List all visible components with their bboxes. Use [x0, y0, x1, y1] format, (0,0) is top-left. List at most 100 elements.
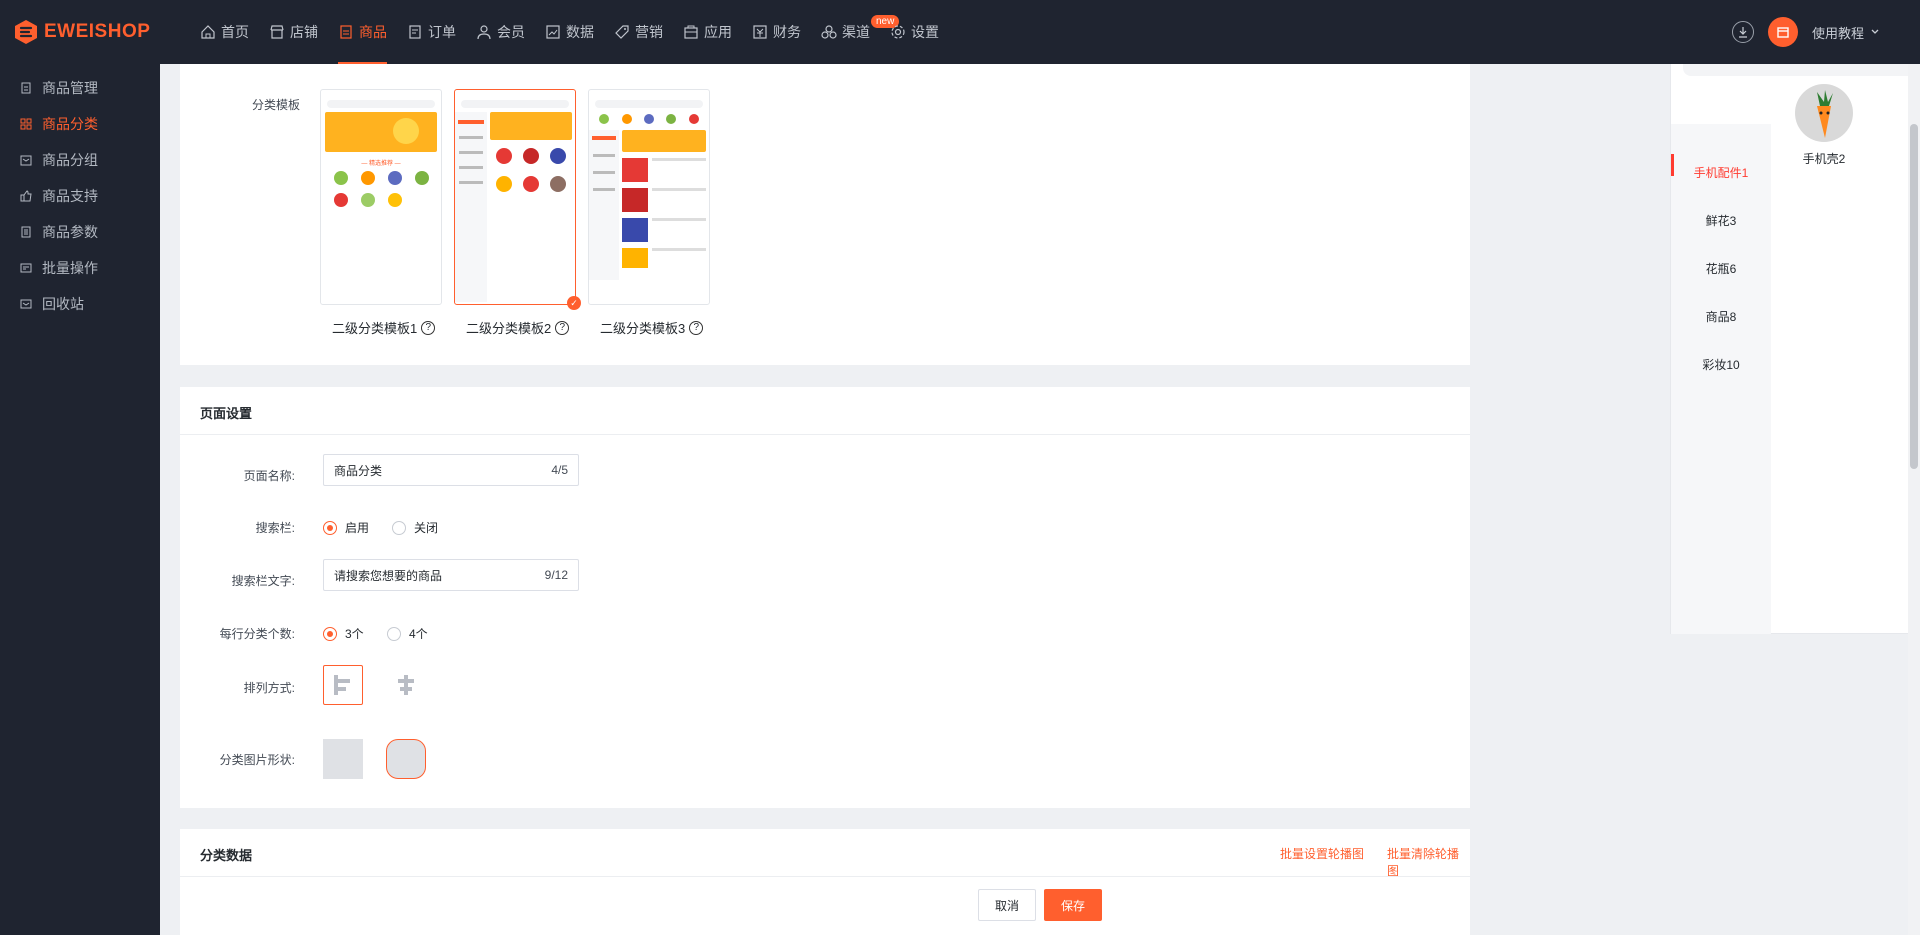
- help-menu[interactable]: 使用教程: [1812, 23, 1880, 42]
- template-name-1[interactable]: 二级分类模板1 ?: [332, 318, 436, 337]
- batch-set-carousel-link[interactable]: 批量设置轮播图: [1280, 845, 1364, 862]
- nav-goods-label: 商品: [359, 24, 387, 40]
- char-count: 9/12: [544, 568, 568, 582]
- preview-category-item[interactable]: 鲜花3: [1671, 212, 1771, 229]
- chart-icon: [546, 25, 560, 39]
- top-navbar: EWEISHOP 首页 店铺 商品 订单 会员 数据 营销 应用 财务 渠道 n…: [0, 0, 1920, 64]
- section-title: 分类数据: [200, 848, 253, 863]
- sidebar-item-label: 批量操作: [42, 260, 98, 276]
- nav-home-label: 首页: [221, 24, 249, 40]
- help-icon[interactable]: ?: [555, 320, 570, 335]
- template-option-1[interactable]: — 精选推荐 —: [320, 89, 442, 305]
- gear-icon: [891, 25, 905, 39]
- page-name-value: 商品分类: [334, 463, 383, 478]
- product-thumbnail: [1795, 84, 1853, 142]
- divider: [180, 434, 1470, 435]
- app-icon: [684, 25, 698, 39]
- template-option-3[interactable]: [588, 89, 710, 305]
- page-name-label: 页面名称:: [243, 469, 295, 483]
- document-icon: [21, 82, 31, 94]
- nav-store[interactable]: 店铺: [259, 0, 328, 64]
- download-icon[interactable]: [1731, 21, 1754, 43]
- sidebar-item-goods-category[interactable]: 商品分类: [0, 106, 160, 142]
- nav-settings-label: 设置: [911, 24, 939, 40]
- per-row-3-radio[interactable]: 3个: [323, 625, 364, 642]
- scrollbar-thumb[interactable]: [1910, 124, 1918, 469]
- help-icon[interactable]: ?: [689, 320, 704, 335]
- preview-product[interactable]: 手机壳2: [1793, 84, 1855, 167]
- template-name-2[interactable]: 二级分类模板2 ?: [466, 318, 570, 337]
- layout-left-option[interactable]: [323, 665, 363, 705]
- sidebar-item-label: 商品支持: [42, 188, 98, 204]
- store-icon: [270, 25, 284, 39]
- category-data-panel: 分类数据 批量设置轮播图 批量清除轮播图: [180, 829, 1470, 935]
- char-count: 4/5: [551, 463, 568, 477]
- order-icon: [409, 25, 421, 39]
- help-icon[interactable]: ?: [421, 320, 436, 335]
- brand-logo[interactable]: EWEISHOP: [14, 19, 150, 45]
- per-row-4-radio[interactable]: 4个: [387, 625, 428, 642]
- nav-app[interactable]: 应用: [673, 0, 742, 64]
- folder-icon: [20, 155, 32, 166]
- page-settings-panel: 页面设置 页面名称: 商品分类 4/5 搜索栏: 启用 关闭 搜索栏文字: 请搜…: [180, 387, 1470, 808]
- preview-search-bar: [1683, 64, 1920, 76]
- search-bar-label: 搜索栏:: [255, 521, 295, 535]
- sidebar-item-goods-manage[interactable]: 商品管理: [0, 70, 160, 106]
- main-content: 分类模板 — 精选推荐 — 二级分类模板1 ? ✓ 二级分类模板2 ? 二级分类…: [160, 64, 1920, 935]
- nav-finance[interactable]: 财务: [742, 0, 811, 64]
- recycle-icon: [20, 299, 32, 309]
- product-name: 手机壳2: [1802, 152, 1846, 166]
- preview-category-item[interactable]: 花瓶6: [1671, 260, 1771, 277]
- layout-label: 排列方式:: [243, 681, 295, 695]
- home-icon: [201, 25, 215, 39]
- nav-channel[interactable]: 渠道 new: [811, 0, 900, 64]
- sidebar-item-label: 商品管理: [42, 80, 98, 96]
- nav-goods[interactable]: 商品: [328, 0, 397, 64]
- template-name-label: 二级分类模板3: [600, 321, 686, 336]
- template-name-3[interactable]: 二级分类模板3 ?: [600, 318, 704, 337]
- nav-home[interactable]: 首页: [190, 0, 259, 64]
- radio-label: 启用: [345, 521, 370, 535]
- search-text-label: 搜索栏文字:: [231, 574, 295, 588]
- layout-center-option[interactable]: [386, 665, 426, 705]
- rounded-shape-icon: [386, 739, 426, 779]
- shape-square-option[interactable]: [323, 739, 363, 779]
- preview-category-item[interactable]: 手机配件1: [1671, 154, 1771, 181]
- template-option-2[interactable]: ✓: [454, 89, 581, 310]
- sidebar-item-label: 商品分组: [42, 152, 98, 168]
- nav-order[interactable]: 订单: [397, 0, 466, 64]
- batch-clear-carousel-link[interactable]: 批量清除轮播图: [1387, 845, 1470, 879]
- search-text-input[interactable]: 请搜索您想要的商品 9/12: [323, 559, 579, 591]
- square-shape-icon: [323, 739, 363, 779]
- sidebar-item-goods-params[interactable]: 商品参数: [0, 214, 160, 250]
- nav-data[interactable]: 数据: [535, 0, 604, 64]
- template-name-label: 二级分类模板1: [332, 321, 418, 336]
- sidebar-item-goods-group[interactable]: 商品分组: [0, 142, 160, 178]
- nav-finance-label: 财务: [773, 24, 801, 40]
- phone-preview: 手机配件1 鲜花3 花瓶6 商品8 彩妆10 手机壳2: [1670, 64, 1920, 634]
- sidebar-item-goods-support[interactable]: 商品支持: [0, 178, 160, 214]
- goods-icon: [340, 25, 352, 39]
- eweishop-logo-icon: [15, 20, 37, 44]
- preview-category-item[interactable]: 商品8: [1671, 308, 1771, 325]
- page-name-input[interactable]: 商品分类 4/5: [323, 454, 579, 486]
- template-label: 分类模板: [251, 98, 300, 112]
- nav-member-label: 会员: [497, 24, 525, 40]
- search-enable-radio[interactable]: 启用: [323, 519, 369, 536]
- sidebar-item-batch[interactable]: 批量操作: [0, 250, 160, 286]
- sidebar: 商品管理 商品分类 商品分组 商品支持 商品参数 批量操作 回收站: [0, 64, 160, 935]
- align-left-icon: [334, 675, 350, 695]
- preview-category-item[interactable]: 彩妆10: [1671, 356, 1771, 373]
- nav-marketing[interactable]: 营销: [604, 0, 673, 64]
- save-button[interactable]: 保存: [1044, 889, 1102, 921]
- nav-member[interactable]: 会员: [466, 0, 535, 64]
- sidebar-item-label: 商品分类: [42, 116, 98, 132]
- scrollbar[interactable]: [1908, 64, 1920, 935]
- cancel-button[interactable]: 取消: [978, 889, 1036, 921]
- sidebar-item-recycle[interactable]: 回收站: [0, 286, 160, 322]
- avatar[interactable]: [1767, 17, 1798, 47]
- shape-rounded-option[interactable]: [386, 739, 426, 779]
- search-disable-radio[interactable]: 关闭: [392, 519, 438, 536]
- carrot-icon: [1817, 90, 1833, 138]
- nav-settings[interactable]: 设置: [880, 0, 949, 64]
